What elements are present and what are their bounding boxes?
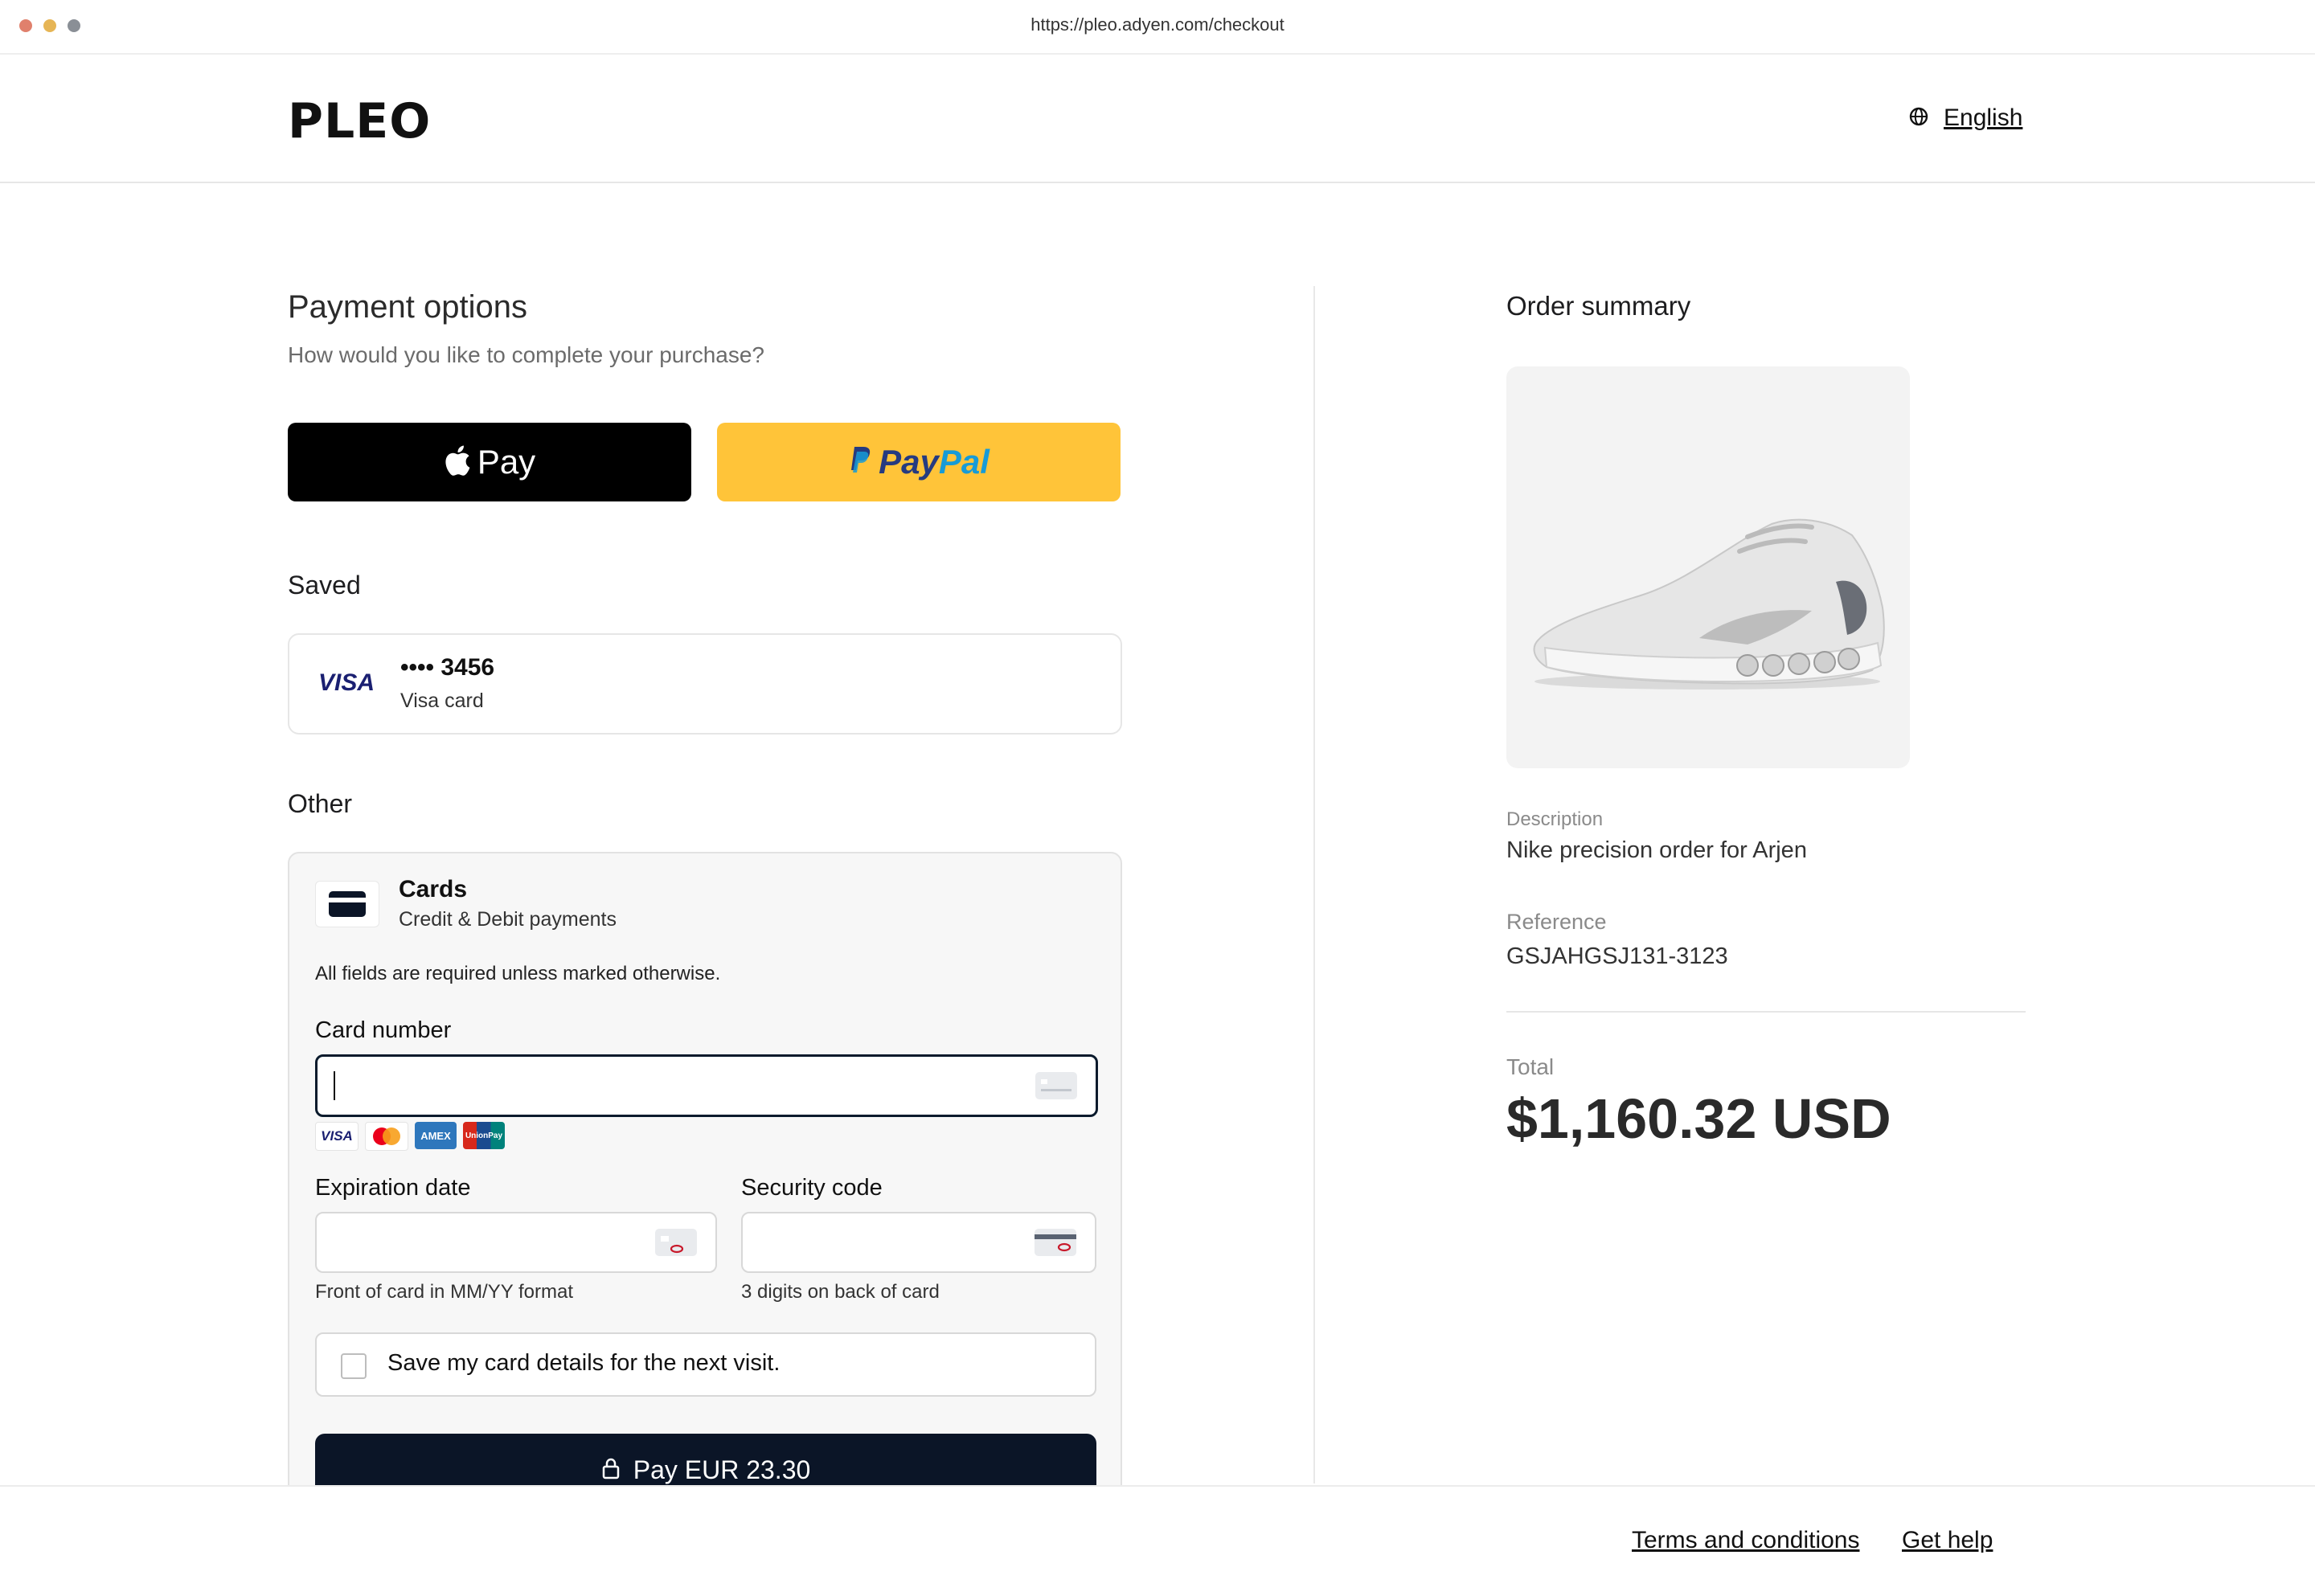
reference-label: Reference — [1506, 910, 1607, 934]
pleo-logo[interactable]: PLEO — [288, 93, 431, 149]
required-fields-note: All fields are required unless marked ot… — [315, 963, 721, 984]
get-help-link[interactable]: Get help — [1902, 1527, 1993, 1554]
save-card-label: Save my card details for the next visit. — [387, 1350, 781, 1376]
paypal-button[interactable]: PayPal — [717, 423, 1121, 501]
text-caret — [334, 1071, 335, 1100]
description-value: Nike precision order for Arjen — [1506, 837, 1807, 863]
column-divider — [1313, 286, 1315, 1483]
terms-link[interactable]: Terms and conditions — [1632, 1527, 1859, 1554]
apple-icon — [444, 444, 471, 481]
product-image — [1506, 366, 1910, 768]
cards-payment-panel: Cards Credit & Debit payments All fields… — [288, 852, 1122, 1506]
security-code-hint: 3 digits on back of card — [741, 1281, 940, 1303]
apple-pay-label: Pay — [477, 443, 536, 481]
globe-icon — [1908, 106, 1929, 131]
accepted-brands: VISA AMEX UnionPay — [315, 1122, 505, 1151]
order-summary-title: Order summary — [1506, 291, 1691, 321]
pay-button-label: Pay EUR 23.30 — [633, 1455, 811, 1484]
card-number-input[interactable] — [315, 1054, 1098, 1117]
save-card-option[interactable]: Save my card details for the next visit. — [315, 1332, 1096, 1397]
card-back-icon — [1034, 1228, 1077, 1261]
other-heading: Other — [288, 789, 353, 818]
saved-card-type: Visa card — [400, 690, 484, 712]
saved-visa-card[interactable]: VISA •••• 3456 Visa card — [288, 633, 1122, 735]
address-bar[interactable]: https://pleo.adyen.com/checkout — [0, 14, 2315, 35]
saved-card-number: •••• 3456 — [400, 654, 495, 681]
lock-icon — [601, 1457, 621, 1483]
sneaker-illustration — [1533, 518, 1885, 690]
payment-options-title: Payment options — [288, 289, 527, 325]
page-footer: Terms and conditions Get help — [0, 1485, 2315, 1596]
total-amount: $1,160.32 USD — [1506, 1087, 1891, 1150]
mastercard-brand-icon — [365, 1122, 408, 1151]
security-code-input[interactable] — [741, 1212, 1096, 1273]
expiry-input[interactable] — [315, 1212, 717, 1273]
cards-subtitle: Credit & Debit payments — [399, 908, 617, 931]
expiry-label: Expiration date — [315, 1175, 471, 1201]
saved-heading: Saved — [288, 571, 361, 600]
paypal-wordmark: PayPal — [879, 443, 990, 481]
summary-divider — [1506, 1011, 2026, 1013]
unionpay-brand-icon: UnionPay — [463, 1122, 505, 1149]
browser-toolbar: https://pleo.adyen.com/checkout — [0, 0, 2315, 55]
reference-value: GSJAHGSJ131-3123 — [1506, 943, 1728, 969]
payment-options-subtitle: How would you like to complete your purc… — [288, 342, 764, 367]
cards-title: Cards — [399, 876, 468, 902]
visa-logo-icon: VISA — [318, 669, 375, 696]
amex-brand-icon: AMEX — [415, 1122, 457, 1149]
credit-card-icon — [315, 881, 379, 927]
expiry-hint: Front of card in MM/YY format — [315, 1281, 573, 1303]
site-header: PLEO English — [0, 55, 2315, 183]
apple-pay-button[interactable]: Pay — [288, 423, 691, 501]
visa-brand-icon: VISA — [315, 1122, 359, 1151]
language-selector[interactable]: English — [1908, 104, 2022, 132]
security-code-label: Security code — [741, 1175, 883, 1201]
language-label: English — [1944, 104, 2023, 131]
paypal-icon — [848, 445, 872, 480]
card-front-icon — [654, 1228, 698, 1261]
description-label: Description — [1506, 808, 1604, 830]
total-label: Total — [1506, 1054, 1555, 1079]
card-number-label: Card number — [315, 1017, 452, 1043]
save-card-checkbox[interactable] — [341, 1353, 367, 1379]
card-placeholder-icon — [1035, 1071, 1078, 1104]
